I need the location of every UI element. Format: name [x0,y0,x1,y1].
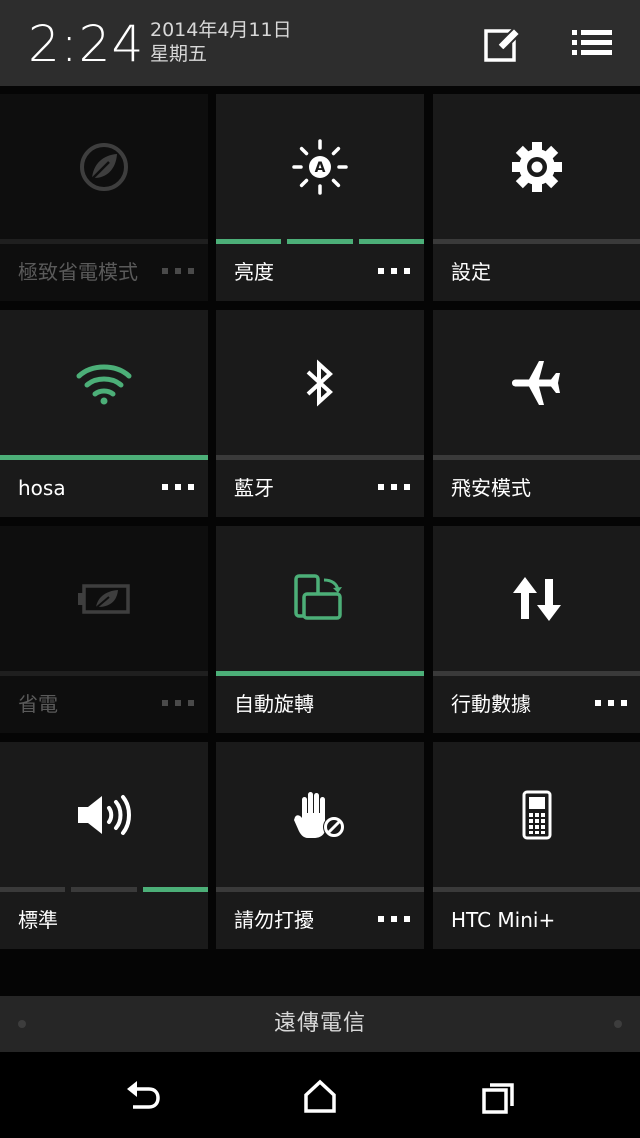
tile-label: 自動旋轉 [234,692,314,716]
tile-extreme-power-saver[interactable]: 極致省電模式 [0,94,208,301]
tile-airplane-mode[interactable]: 飛安模式 [433,310,640,517]
more-options-button[interactable] [162,696,194,710]
more-options-button[interactable] [378,480,410,494]
recent-apps-button[interactable] [478,1077,518,1117]
list-button[interactable] [570,22,614,66]
tile-label: 極致省電模式 [18,260,138,284]
back-icon [127,1081,160,1109]
more-options-button[interactable] [378,912,410,926]
recent-apps-icon [482,1083,514,1114]
home-icon [304,1079,336,1113]
more-options-button[interactable] [162,480,194,494]
tile-htc-mini[interactable]: HTC Mini+ [433,742,640,949]
carrier-dot-right [614,1020,622,1028]
carrier-name: 遠傳電信 [273,1011,366,1036]
tile-label: hosa [18,476,66,500]
tile-mobile-data[interactable]: 行動數據 [433,526,640,733]
svg-text:A: A [315,160,326,176]
weekday-text: 星期五 [150,43,208,65]
gear-icon [512,141,562,192]
home-button[interactable] [300,1077,340,1117]
more-options-button[interactable] [595,696,627,710]
battery-leaf-icon [78,583,130,614]
tile-wifi[interactable]: hosa [0,310,208,517]
airplane-icon [512,360,560,405]
tile-settings[interactable]: 設定 [433,94,640,301]
bluetooth-icon [306,358,333,407]
more-options-button[interactable] [378,264,410,278]
more-options-button[interactable] [162,264,194,278]
brightness-auto-icon: A [292,138,348,195]
tile-sound-profile[interactable]: 標準 [0,742,208,949]
back-button[interactable] [123,1077,163,1117]
tile-label: 行動數據 [451,692,531,716]
tile-auto-rotate[interactable]: 自動旋轉 [216,526,424,733]
carrier-bar: 遠傳電信 [0,996,640,1052]
date-text: 2014年4月11日 [150,19,292,41]
tile-power-saver[interactable]: 省電 [0,526,208,733]
quick-settings-header: 2:24 2014年4月11日 星期五 [0,0,640,86]
leaf-circle-icon [80,142,128,191]
tile-label: 標準 [18,908,58,932]
tile-label: 請勿打擾 [234,908,314,932]
navigation-bar [0,1052,640,1138]
tile-brightness[interactable]: A 亮度 [216,94,424,301]
list-icon [572,30,612,55]
tile-label: 設定 [451,260,491,284]
tile-label: HTC Mini+ [451,908,556,932]
data-arrows-icon [513,576,561,621]
speaker-icon [78,794,131,835]
tile-label: 省電 [18,692,58,716]
tile-label: 飛安模式 [451,476,531,500]
tile-label: 藍牙 [234,476,274,500]
do-not-disturb-hand-icon [294,791,345,838]
edit-button[interactable] [480,22,524,66]
tile-do-not-disturb[interactable]: 請勿打擾 [216,742,424,949]
phone-remote-icon [522,790,552,839]
tile-label: 亮度 [234,260,274,284]
auto-rotate-icon [294,573,342,620]
clock: 2:24 [28,15,145,73]
edit-icon [484,26,522,62]
tile-bluetooth[interactable]: 藍牙 [216,310,424,517]
wifi-icon [76,364,132,404]
date-display: 2014年4月11日 星期五 [150,18,292,66]
